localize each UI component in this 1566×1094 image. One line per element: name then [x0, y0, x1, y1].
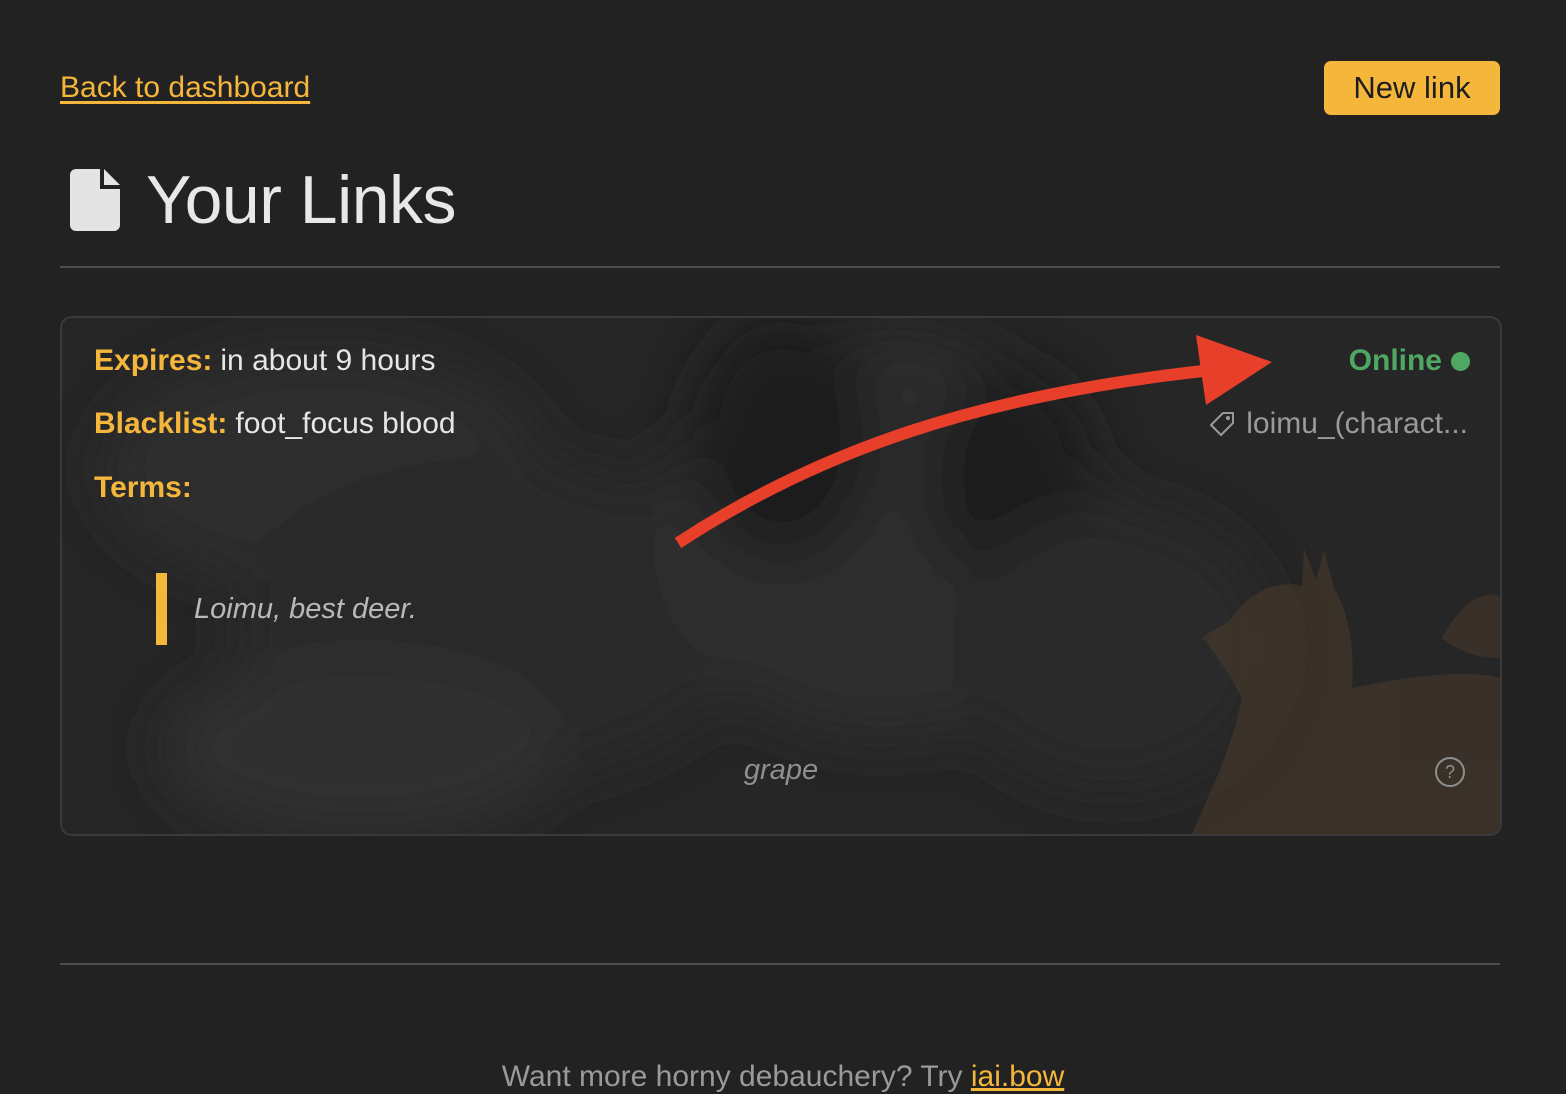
footer-promo-link[interactable]: iai.bow: [971, 1060, 1064, 1093]
status-dot: [1451, 351, 1470, 371]
header-divider: [60, 266, 1500, 268]
question-circle-icon[interactable]: ?: [1434, 756, 1466, 788]
footer-divider: [60, 963, 1500, 965]
svg-text:?: ?: [1445, 762, 1455, 782]
tag-icon: [1210, 412, 1235, 436]
top-bar: Back to dashboard New link: [60, 61, 1500, 115]
terms-quote: Loimu, best deer.: [156, 573, 417, 645]
footer-promo-text: Want more horny debauchery? Try: [501, 1060, 971, 1093]
back-to-dashboard-link[interactable]: Back to dashboard: [60, 71, 310, 105]
blacklist-field: Blacklist: foot_focus blood: [94, 407, 456, 441]
terms-label: Terms:: [94, 471, 192, 504]
status-indicator: Online: [1349, 344, 1470, 378]
source-tag[interactable]: loimu_(charact...: [1208, 407, 1468, 441]
blacklist-label: Blacklist:: [94, 407, 228, 440]
terms-field: Terms:: [94, 471, 200, 505]
page-title-text: Your Links: [146, 162, 457, 238]
expires-label: Expires:: [94, 344, 213, 377]
terms-quote-text: Loimu, best deer.: [194, 592, 417, 625]
new-link-button[interactable]: New link: [1324, 61, 1500, 115]
tag-label: loimu_(charact...: [1246, 407, 1468, 440]
expires-value: in about 9 hours: [220, 344, 436, 377]
file-icon: [70, 169, 120, 231]
footer-promo: Want more horny debauchery? Try iai.bow: [0, 1060, 1566, 1094]
link-card[interactable]: Expires: in about 9 hours Blacklist: foot_…: [60, 316, 1502, 836]
blacklist-value: foot_focus blood: [235, 407, 456, 440]
status-text: Online: [1348, 344, 1442, 377]
page-title: Your Links: [70, 160, 457, 240]
artist-credit: grape: [743, 754, 819, 786]
expires-field: Expires: in about 9 hours: [94, 344, 436, 378]
